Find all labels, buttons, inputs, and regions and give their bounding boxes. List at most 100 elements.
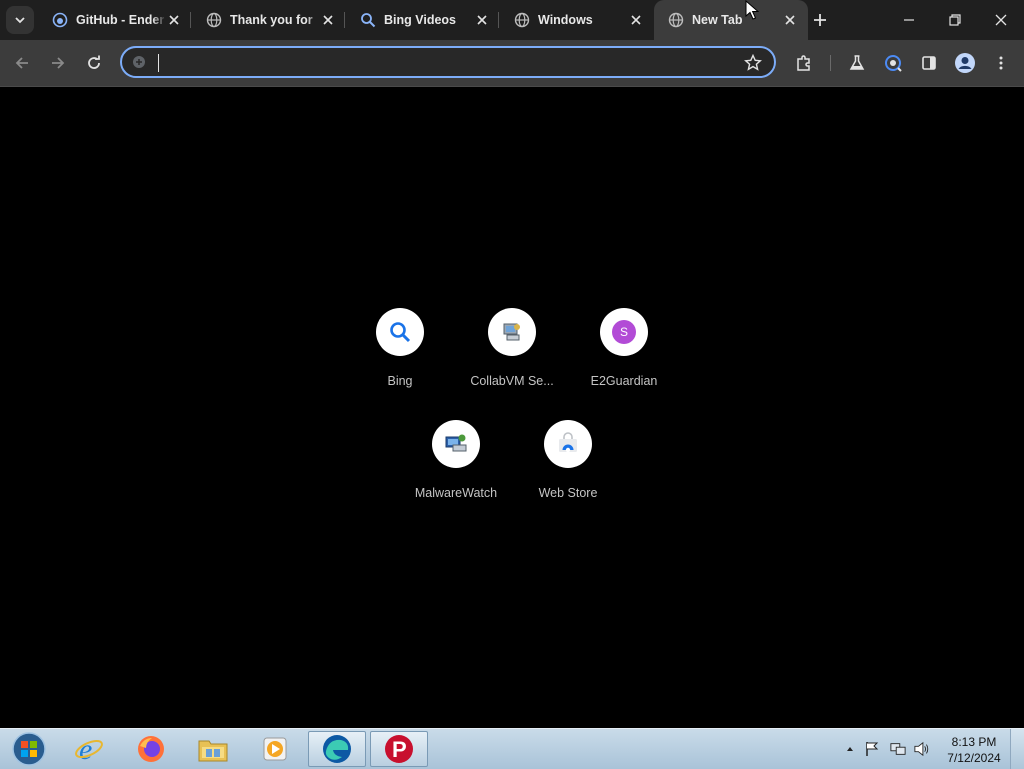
close-icon[interactable] [628,12,644,28]
taskbar-file-explorer[interactable] [184,731,242,767]
shortcut-bing[interactable]: Bing [344,308,456,408]
puzzle-icon [797,55,810,71]
close-icon[interactable] [474,12,490,28]
computer-icon [445,434,467,452]
chevron-down-icon [15,17,25,24]
globe-icon [514,12,530,28]
tab-separator [190,12,191,28]
taskbar: e P 8:13 PM 7/12/2024 [0,728,1024,769]
plus-icon [814,14,826,26]
letter-s-icon: S [612,320,636,344]
shortcut-label: CollabVM Se... [470,374,554,388]
text-caret [158,54,159,72]
tab-search-button[interactable] [6,6,34,34]
labs-button[interactable] [841,47,873,79]
reload-icon [88,55,100,69]
taskbar-internet-explorer[interactable]: e [60,731,118,767]
address-input[interactable] [156,52,730,74]
more-vert-icon [999,56,1003,70]
tab-separator [498,12,499,28]
tab-title: GitHub - Ender [76,13,165,27]
computer-icon [503,323,520,341]
shortcut-web-store[interactable]: Web Store [512,420,624,520]
action-center-icon[interactable] [864,741,880,757]
address-bar[interactable] [120,46,776,78]
side-panel-icon [922,56,936,70]
shortcut-malwarewatch[interactable]: MalwareWatch [400,420,512,520]
flask-icon [849,55,865,70]
show-desktop-button[interactable] [1010,729,1024,769]
tab-windows[interactable]: Windows [500,0,654,40]
svg-text:e: e [79,734,92,764]
start-button[interactable] [0,731,58,767]
side-panel-button[interactable] [913,47,945,79]
firefox-icon [138,736,164,762]
close-icon [995,14,1007,26]
shortcut-e2guardian[interactable]: S E2Guardian [568,308,680,408]
shortcut-label: Bing [387,374,413,388]
shortcut-label: E2Guardian [590,374,658,388]
reload-button[interactable] [78,47,110,79]
close-window-button[interactable] [978,0,1024,40]
taskbar-edge[interactable] [308,731,366,767]
extensions-button[interactable] [788,47,820,79]
tab-new-tab[interactable]: New Tab [654,0,808,40]
lens-icon [885,55,902,72]
forward-button[interactable] [42,47,74,79]
taskbar-psiphon[interactable]: P [370,731,428,767]
tab-strip: GitHub - Ender Thank you for Bing Videos… [0,0,1024,40]
network-icon[interactable] [890,741,906,757]
search-icon [360,12,376,28]
media-player-icon [263,737,287,761]
psiphon-icon: P [385,735,413,763]
clock-time: 8:13 PM [951,735,997,749]
restore-icon [949,14,961,26]
start-orb [12,732,46,766]
new-tab-button[interactable] [808,8,832,32]
tab-title: Thank you for [230,13,313,27]
taskbar-media-player[interactable] [246,731,304,767]
shortcut-icon-circle: S [600,308,648,356]
arrow-right-icon [52,57,65,69]
taskbar-clock[interactable]: 8:13 PM 7/12/2024 [944,734,1004,766]
restore-button[interactable] [932,0,978,40]
site-info-icon[interactable] [131,54,147,75]
tab-title: New Tab [692,13,743,27]
taskbar-firefox[interactable] [122,731,180,767]
edge-icon [323,735,351,763]
lens-button[interactable] [877,47,909,79]
web-store-icon [559,432,577,453]
close-icon[interactable] [320,12,336,28]
minimize-button[interactable] [886,0,932,40]
toolbar-separator [830,55,831,71]
tab-github[interactable]: GitHub - Ender [38,0,192,40]
shortcut-icon-circle [376,308,424,356]
search-icon [390,322,411,343]
chevron-up-icon [847,747,853,751]
svg-text:P: P [392,737,407,762]
shortcut-icon-circle [544,420,592,468]
arrow-left-icon [15,57,28,69]
close-icon[interactable] [166,12,182,28]
globe-icon [668,12,684,28]
browser-toolbar [0,40,1024,87]
back-button[interactable] [6,47,38,79]
internet-explorer-icon: e [75,734,103,764]
bookmark-star-icon[interactable] [744,53,762,77]
shortcut-icon-circle [488,308,536,356]
shortcut-letter: S [619,325,628,339]
show-hidden-icons-button[interactable] [842,741,858,757]
profile-button[interactable] [949,47,981,79]
tab-separator [344,12,345,28]
close-icon[interactable] [782,12,798,28]
avatar-icon [955,53,975,73]
volume-icon[interactable] [914,741,930,757]
menu-button[interactable] [985,47,1017,79]
minimize-icon [904,19,914,21]
globe-icon [206,12,222,28]
clock-date: 7/12/2024 [947,751,1001,765]
tab-thank-you[interactable]: Thank you for [192,0,346,40]
shortcut-collabvm[interactable]: CollabVM Se... [456,308,568,408]
tab-bing-videos[interactable]: Bing Videos [346,0,500,40]
tab-title: Bing Videos [384,13,457,27]
